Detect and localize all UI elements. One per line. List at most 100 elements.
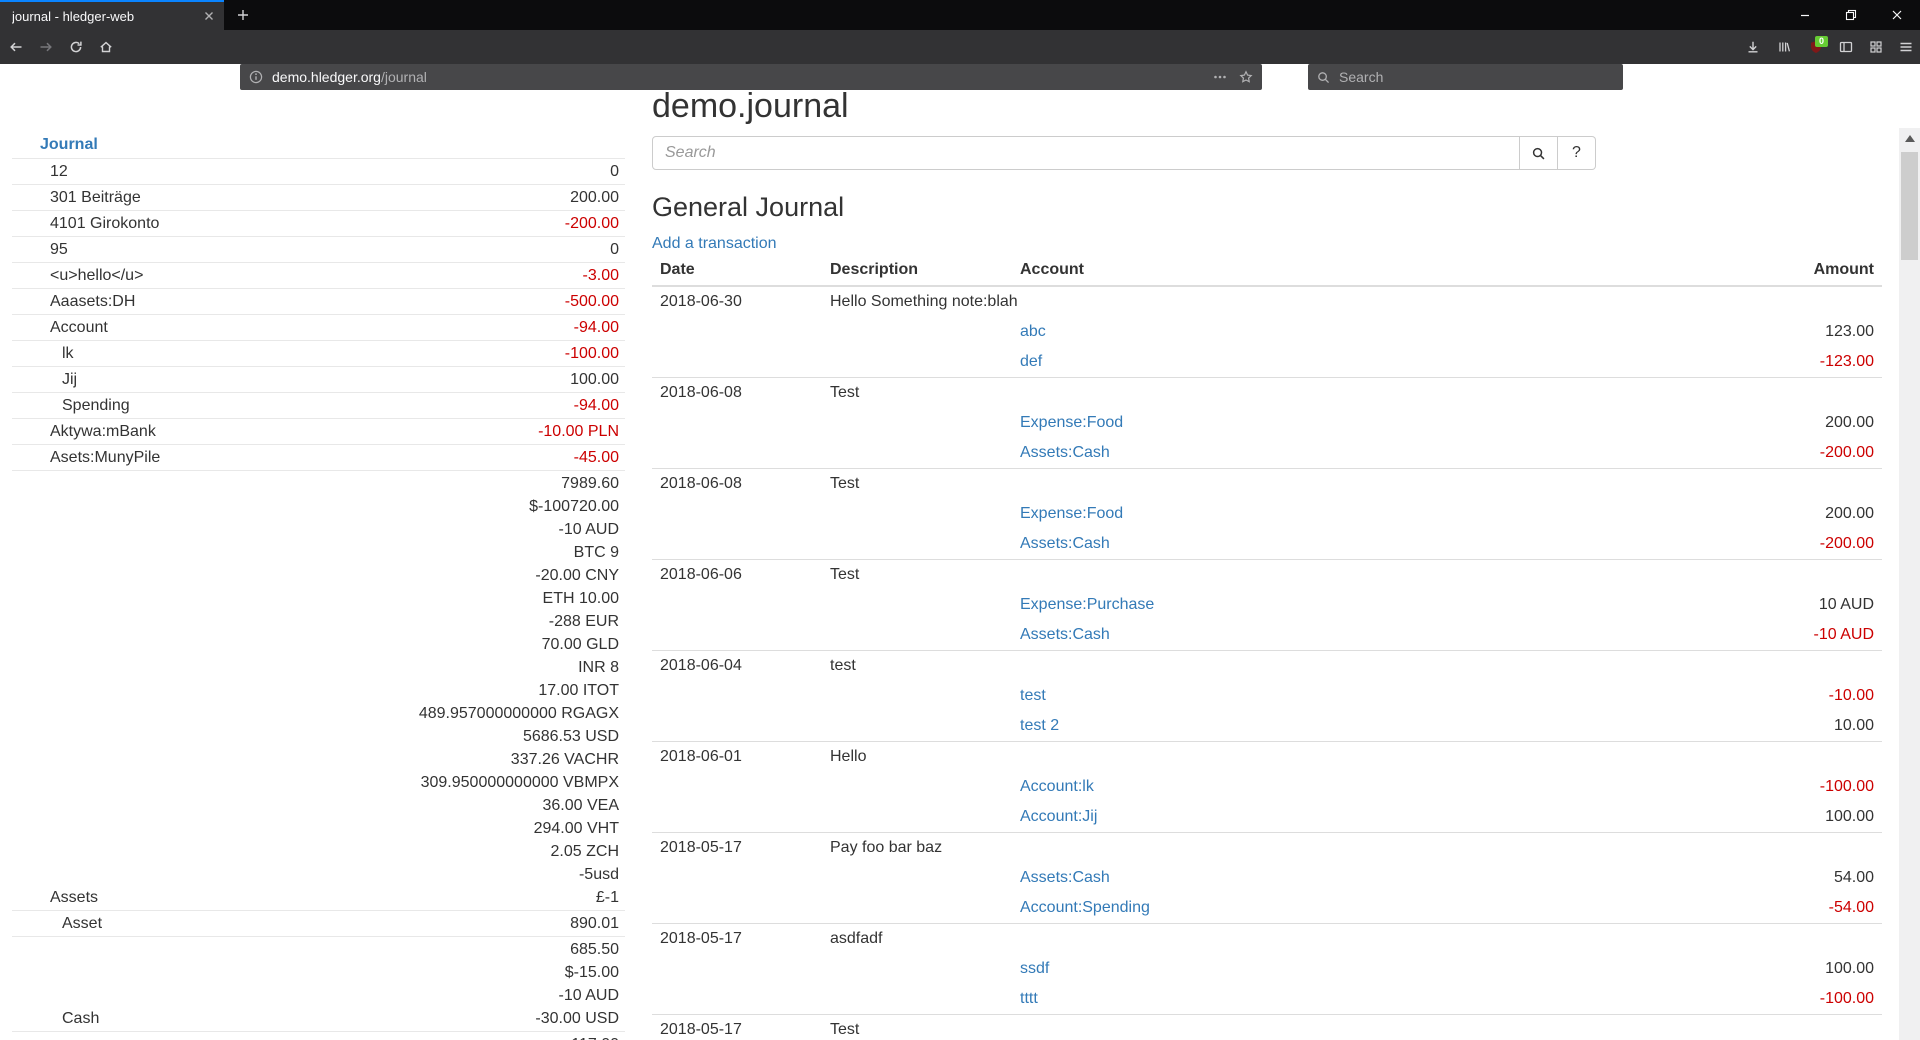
posting-account-link[interactable]: test 2 — [1020, 717, 1059, 734]
posting-account-cell: Account:Spending — [1012, 893, 1562, 924]
page-actions-icon[interactable] — [1212, 69, 1228, 85]
posting-account-link[interactable]: abc — [1020, 323, 1046, 340]
posting-account-link[interactable]: tttt — [1020, 990, 1038, 1007]
account-balance-cell: 685.50$-15.00-10 AUD-30.00 USD — [342, 937, 625, 1032]
account-name-cell: Aaasets:DH — [12, 289, 342, 315]
posting-amount: 100.00 — [1562, 954, 1882, 984]
sidebar-account-link[interactable]: 4101 Girokonto — [50, 215, 159, 232]
empty-cell — [822, 711, 1012, 742]
home-button[interactable] — [91, 34, 121, 60]
minimize-button[interactable] — [1782, 0, 1828, 30]
reload-button[interactable] — [61, 34, 91, 60]
journal-search-input[interactable] — [652, 136, 1520, 170]
posting-account-link[interactable]: Expense:Purchase — [1020, 596, 1154, 613]
posting-account-link[interactable]: Account:Spending — [1020, 899, 1150, 916]
sidebar-account-link[interactable]: 301 Beiträge — [50, 189, 141, 206]
sidebar-account-link[interactable]: Jij — [62, 371, 77, 388]
sidebar-account-link[interactable]: Asset — [62, 915, 102, 932]
posting-account-cell: Account:Jij — [1012, 802, 1562, 833]
sidebar-account-link[interactable]: Cash — [62, 1010, 99, 1027]
library-icon[interactable] — [1770, 34, 1798, 60]
sidebar-account-link[interactable]: Aktywa:mBank — [50, 423, 156, 440]
sidebar-toggle-icon[interactable] — [1832, 34, 1860, 60]
posting-row: Assets:Cash -10 AUD — [652, 620, 1882, 651]
balance-amount: -200.00 — [342, 212, 619, 235]
restore-button[interactable] — [1828, 0, 1874, 30]
new-tab-button[interactable] — [230, 2, 256, 28]
browser-search-field[interactable] — [1308, 64, 1623, 90]
posting-account-cell: Assets:Cash — [1012, 863, 1562, 893]
posting-account-link[interactable]: Assets:Cash — [1020, 869, 1110, 886]
browser-tab[interactable]: journal - hledger-web — [0, 0, 224, 30]
scrollbar[interactable] — [1899, 128, 1920, 1040]
empty-cell — [1012, 286, 1562, 317]
balance-amount: -94.00 — [342, 394, 619, 417]
posting-account-link[interactable]: Assets:Cash — [1020, 444, 1110, 461]
menu-icon[interactable] — [1892, 34, 1920, 60]
posting-amount: -10 AUD — [1562, 620, 1882, 651]
sidebar-account-link[interactable]: 95 — [50, 241, 68, 258]
account-name-cell: Spending — [12, 393, 342, 419]
posting-account-cell: Expense:Food — [1012, 499, 1562, 529]
sidebar-account-link[interactable]: <u>hello</u> — [50, 267, 143, 284]
empty-cell — [822, 863, 1012, 893]
sidebar-account-link[interactable]: 12 — [50, 163, 68, 180]
sidebar-account-link[interactable]: Account — [50, 319, 108, 336]
posting-amount: 10.00 — [1562, 711, 1882, 742]
posting-row: Account:Jij100.00 — [652, 802, 1882, 833]
url-bar[interactable]: demo.hledger.org/journal — [240, 64, 1262, 90]
sidebar-account-row: Aktywa:mBank-10.00 PLN — [12, 419, 625, 445]
posting-account-link[interactable]: Expense:Food — [1020, 505, 1123, 522]
grid-icon[interactable] — [1862, 34, 1890, 60]
column-header-date: Date — [652, 255, 822, 286]
account-name-cell: Aktywa:mBank — [12, 419, 342, 445]
balance-amount: 309.950000000000 VBMPX — [342, 771, 619, 794]
posting-account-link[interactable]: def — [1020, 353, 1042, 370]
sidebar-account-link[interactable]: lk — [62, 345, 74, 362]
posting-account-link[interactable]: test — [1020, 687, 1046, 704]
balance-amount: 200.00 — [342, 186, 619, 209]
forward-button[interactable] — [31, 34, 61, 60]
posting-account-link[interactable]: ssdf — [1020, 960, 1049, 977]
close-button[interactable] — [1874, 0, 1920, 30]
sidebar-account-link[interactable]: Asets:MunyPile — [50, 449, 160, 466]
transaction-description: Test — [822, 1015, 1012, 1040]
posting-row: Expense:Purchase10 AUD — [652, 590, 1882, 620]
search-submit-button[interactable] — [1520, 136, 1558, 170]
account-name-cell: Account — [12, 315, 342, 341]
tab-close-icon[interactable] — [202, 9, 216, 23]
posting-row: tttt-100.00 — [652, 984, 1882, 1015]
posting-account-link[interactable]: Account:lk — [1020, 778, 1094, 795]
balance-amount: ETH 10.00 — [342, 587, 619, 610]
balance-amount: -117.00 — [342, 1033, 619, 1040]
browser-search-input[interactable] — [1339, 69, 1579, 85]
download-icon[interactable] — [1739, 34, 1767, 60]
add-transaction-link[interactable]: Add a transaction — [652, 235, 777, 253]
search-help-button[interactable]: ? — [1558, 136, 1596, 170]
transaction-row: 2018-05-17asdfadf — [652, 924, 1882, 955]
transaction-row: 2018-05-17Pay foo bar baz — [652, 833, 1882, 864]
adblocker-icon[interactable]: 0 — [1802, 34, 1830, 60]
scroll-up-button[interactable] — [1905, 135, 1915, 142]
transaction-date: 2018-06-01 — [652, 742, 822, 773]
sidebar-journal-link[interactable]: Journal — [12, 131, 625, 158]
posting-row: def-123.00 — [652, 347, 1882, 378]
sidebar-account-link[interactable]: Spending — [62, 397, 130, 414]
sidebar-account-link[interactable]: Assets — [50, 889, 98, 906]
back-button[interactable] — [1, 34, 31, 60]
empty-cell — [652, 347, 822, 378]
posting-row: Expense:Food200.00 — [652, 499, 1882, 529]
empty-cell — [652, 954, 822, 984]
posting-account-cell: Expense:Purchase — [1012, 590, 1562, 620]
posting-account-cell: Assets:Cash — [1012, 620, 1562, 651]
sidebar-account-link[interactable]: Aaasets:DH — [50, 293, 135, 310]
transaction-description: Test — [822, 378, 1012, 409]
posting-account-link[interactable]: Assets:Cash — [1020, 626, 1110, 643]
empty-cell — [1562, 651, 1882, 682]
bookmark-star-icon[interactable] — [1238, 69, 1254, 85]
scrollbar-thumb[interactable] — [1901, 152, 1918, 260]
posting-account-link[interactable]: Account:Jij — [1020, 808, 1097, 825]
posting-account-link[interactable]: Expense:Food — [1020, 414, 1123, 431]
posting-account-link[interactable]: Assets:Cash — [1020, 535, 1110, 552]
site-info-icon[interactable] — [248, 69, 264, 85]
